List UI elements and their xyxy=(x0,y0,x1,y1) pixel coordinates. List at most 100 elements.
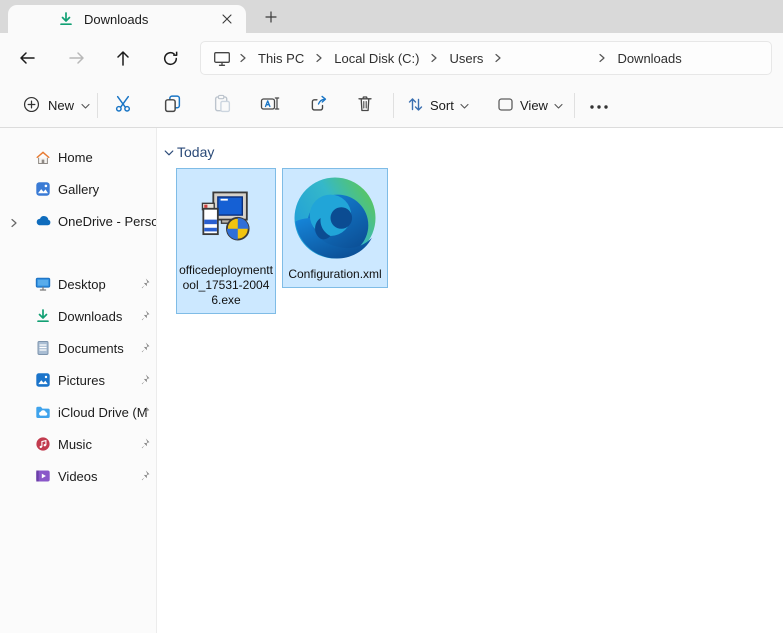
file-name: Configuration.xml xyxy=(288,267,382,281)
forward-button[interactable] xyxy=(60,41,94,75)
sidebar-item-label: Videos xyxy=(58,468,98,484)
main-area: Home Gallery OneDrive - Persona xyxy=(0,128,783,633)
group-header-today[interactable]: Today xyxy=(164,144,214,160)
chevron-down-icon xyxy=(164,144,174,160)
chevron-down-icon xyxy=(460,98,469,113)
sort-button-label: Sort xyxy=(430,98,454,113)
pin-icon xyxy=(138,309,151,327)
sidebar-item-desktop[interactable]: Desktop xyxy=(0,268,156,300)
sidebar-item-label: Pictures xyxy=(58,372,105,388)
sidebar-item-label: Documents xyxy=(58,340,124,356)
file-list-area: Today officedeploymenttool_17531-20046.e… xyxy=(157,128,783,633)
breadcrumb-downloads[interactable]: Downloads xyxy=(608,47,690,70)
back-button[interactable] xyxy=(10,41,44,75)
microsoft-edge-icon xyxy=(290,169,380,267)
music-icon xyxy=(35,436,51,452)
file-item-officedeploymenttool-exe[interactable]: officedeploymenttool_17531-20046.exe xyxy=(176,168,276,314)
copy-icon xyxy=(163,94,182,118)
new-button-label: New xyxy=(48,98,75,113)
navigation-pane: Home Gallery OneDrive - Persona xyxy=(0,128,157,633)
rename-icon xyxy=(260,94,280,118)
delete-button[interactable] xyxy=(348,89,382,122)
sidebar-item-label: Desktop xyxy=(58,276,106,292)
share-icon xyxy=(309,94,328,118)
sidebar-item-label: Downloads xyxy=(58,308,123,324)
sort-icon xyxy=(407,96,424,116)
onedrive-cloud-icon xyxy=(35,213,51,229)
sort-button[interactable]: Sort xyxy=(399,89,477,122)
pin-icon xyxy=(138,437,151,455)
sidebar-item-music[interactable]: Music xyxy=(0,428,156,460)
documents-icon xyxy=(35,340,51,356)
chevron-right-icon xyxy=(237,53,249,63)
more-options-button[interactable] xyxy=(582,89,616,122)
sidebar-item-icloud-drive[interactable]: iCloud Drive (M xyxy=(0,396,156,428)
sidebar-item-label: Gallery xyxy=(58,181,100,197)
breadcrumb-local-disk[interactable]: Local Disk (C:) xyxy=(325,47,428,70)
tab-bar: Downloads xyxy=(0,0,783,33)
toolbar-divider xyxy=(574,93,575,118)
pin-icon xyxy=(138,405,151,423)
pin-icon xyxy=(138,373,151,391)
group-header-label: Today xyxy=(177,144,215,160)
share-button[interactable] xyxy=(301,89,335,122)
navigation-bar: This PC Local Disk (C:) Users Downloads xyxy=(0,33,783,83)
pin-icon xyxy=(138,277,151,295)
close-icon[interactable] xyxy=(216,9,238,29)
sidebar-item-label: Music xyxy=(58,436,92,452)
installer-icon xyxy=(197,169,255,263)
file-name: officedeploymenttool_17531-20046.exe xyxy=(179,263,273,307)
downloads-icon xyxy=(58,11,74,32)
toolbar-divider xyxy=(97,93,98,118)
tab-downloads[interactable]: Downloads xyxy=(8,5,246,33)
rename-button[interactable] xyxy=(253,89,287,122)
pin-icon xyxy=(138,341,151,359)
toolbar-divider xyxy=(393,93,394,118)
chevron-right-icon[interactable] xyxy=(596,53,608,63)
sidebar-item-home[interactable]: Home xyxy=(0,141,156,173)
sidebar-item-downloads[interactable]: Downloads xyxy=(0,300,156,332)
breadcrumb-user[interactable] xyxy=(504,54,596,62)
paste-icon xyxy=(213,94,232,118)
sidebar-item-label: OneDrive - Persona xyxy=(58,213,156,229)
videos-icon xyxy=(35,468,51,484)
sidebar-item-videos[interactable]: Videos xyxy=(0,460,156,492)
tab-title: Downloads xyxy=(84,12,149,27)
icloud-folder-icon xyxy=(35,404,51,420)
copy-button[interactable] xyxy=(155,89,189,122)
ellipsis-icon xyxy=(589,97,609,115)
sidebar-item-documents[interactable]: Documents xyxy=(0,332,156,364)
sidebar-item-label: Home xyxy=(58,149,93,165)
new-button[interactable]: New xyxy=(12,89,100,122)
chevron-down-icon xyxy=(81,98,90,113)
gallery-icon xyxy=(35,181,51,197)
cut-button[interactable] xyxy=(106,89,140,122)
sidebar-item-gallery[interactable]: Gallery xyxy=(0,173,156,205)
breadcrumb-this-pc[interactable]: This PC xyxy=(249,47,313,70)
scissors-icon xyxy=(114,94,133,118)
sidebar-item-onedrive[interactable]: OneDrive - Persona xyxy=(0,205,156,237)
chevron-right-icon[interactable] xyxy=(428,53,440,63)
chevron-down-icon xyxy=(554,98,563,113)
home-icon xyxy=(35,149,51,165)
paste-button[interactable] xyxy=(205,89,239,122)
view-button[interactable]: View xyxy=(489,89,571,122)
view-button-label: View xyxy=(520,98,548,113)
chevron-right-icon[interactable] xyxy=(492,53,504,63)
refresh-button[interactable] xyxy=(153,41,187,75)
pictures-icon xyxy=(35,372,51,388)
new-tab-button[interactable] xyxy=(258,6,284,28)
this-pc-icon[interactable] xyxy=(209,50,237,67)
file-item-configuration-xml[interactable]: Configuration.xml xyxy=(282,168,388,288)
address-bar[interactable]: This PC Local Disk (C:) Users Downloads xyxy=(200,41,772,75)
chevron-expand-icon[interactable] xyxy=(10,215,18,233)
breadcrumb-users[interactable]: Users xyxy=(440,47,492,70)
sidebar-item-pictures[interactable]: Pictures xyxy=(0,364,156,396)
trash-icon xyxy=(356,94,374,118)
plus-circle-icon xyxy=(22,95,41,117)
pin-icon xyxy=(138,469,151,487)
chevron-right-icon[interactable] xyxy=(313,53,325,63)
up-button[interactable] xyxy=(106,41,140,75)
downloads-icon xyxy=(35,308,51,324)
view-icon xyxy=(497,96,514,116)
